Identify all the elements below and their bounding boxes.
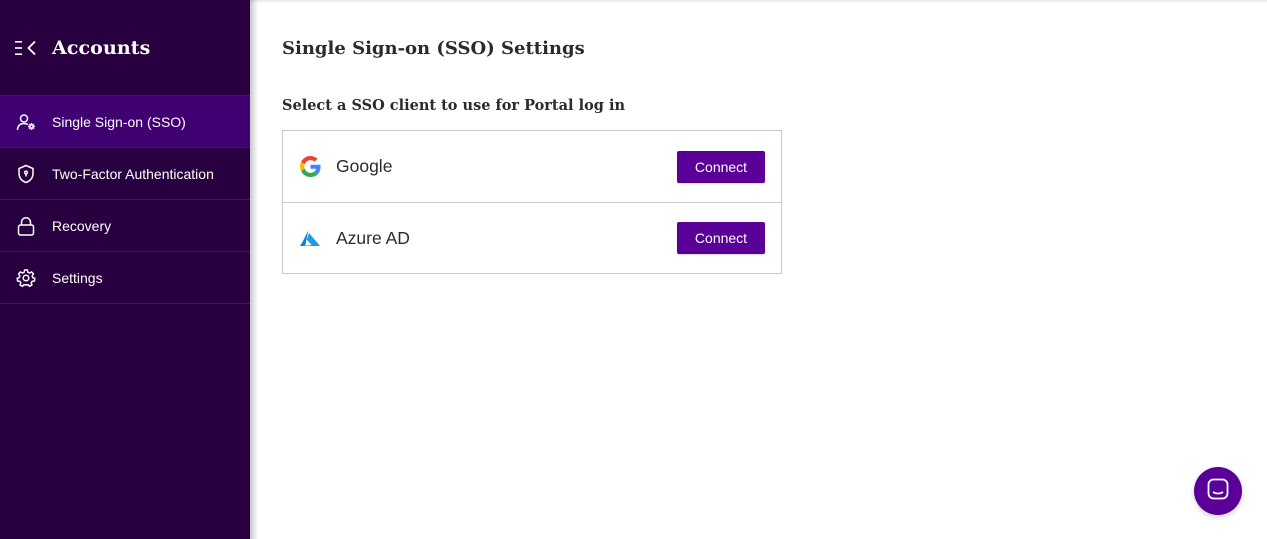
sidebar-item-recovery[interactable]: Recovery	[0, 200, 250, 252]
page-title: Single Sign-on (SSO) Settings	[282, 38, 585, 59]
sidebar-shadow	[250, 0, 258, 539]
sidebar-item-sso[interactable]: Single Sign-on (SSO)	[0, 96, 250, 148]
provider-name: Azure AD	[336, 227, 410, 248]
sso-provider-list: Google Connect Azure AD Connect	[282, 130, 782, 274]
header-shadow	[250, 0, 1267, 3]
sidebar-header: Accounts	[0, 0, 250, 95]
azure-connect-button[interactable]: Connect	[677, 222, 765, 254]
sidebar-nav: Single Sign-on (SSO) Two-Factor Authenti…	[0, 95, 250, 304]
sso-provider-azure: Azure AD Connect	[283, 202, 781, 273]
sidebar: Accounts Single Sign-on (SSO) Two-Factor…	[0, 0, 250, 539]
chat-launcher-button[interactable]	[1194, 467, 1242, 515]
app-title: Accounts	[52, 37, 151, 59]
user-gear-icon	[16, 112, 36, 132]
sidebar-item-label: Settings	[52, 269, 103, 286]
provider-name: Google	[336, 156, 393, 176]
sidebar-item-label: Recovery	[52, 217, 112, 234]
section-subtitle: Select a SSO client to use for Portal lo…	[282, 97, 625, 114]
lock-icon	[16, 216, 36, 236]
google-connect-button[interactable]: Connect	[677, 150, 765, 183]
collapse-menu-icon[interactable]	[15, 38, 41, 58]
sidebar-item-label: Single Sign-on (SSO)	[52, 113, 186, 130]
gear-icon	[16, 268, 36, 288]
sidebar-item-two-factor[interactable]: Two-Factor Authentication	[0, 148, 250, 200]
shield-icon	[16, 164, 36, 184]
chat-icon	[1207, 478, 1229, 505]
sidebar-item-settings[interactable]: Settings	[0, 252, 250, 304]
sidebar-item-label: Two-Factor Authentication	[52, 165, 214, 182]
sso-provider-google: Google Connect	[283, 131, 781, 202]
azure-logo-icon	[299, 227, 321, 249]
google-logo-icon	[299, 156, 321, 178]
